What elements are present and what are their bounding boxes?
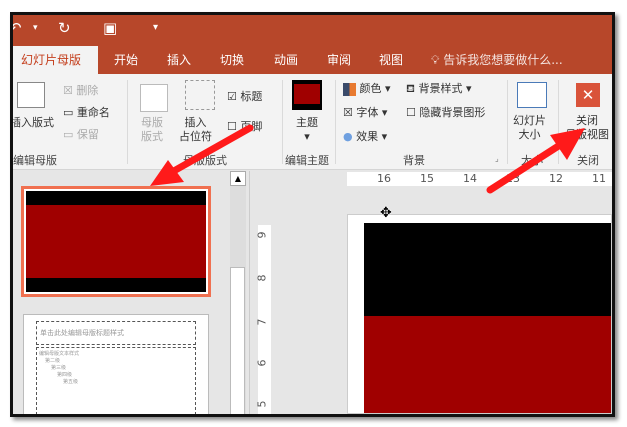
annotation-arrows bbox=[150, 124, 585, 194]
arrow-to-close-master-view bbox=[486, 128, 585, 194]
arrow-to-thumbnail bbox=[150, 124, 254, 186]
